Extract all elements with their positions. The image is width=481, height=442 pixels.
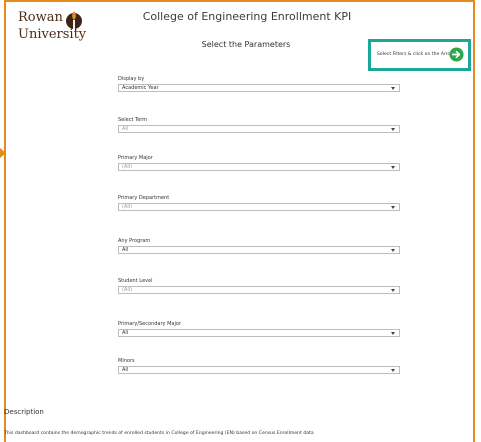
student-level-label: Student Level (118, 278, 153, 284)
arrow-right-icon[interactable] (449, 47, 464, 62)
any-program-select[interactable]: All (118, 246, 400, 254)
rowan-logo: Rowan University (18, 8, 98, 48)
minors-select[interactable]: All (118, 366, 400, 374)
chevron-down-icon (391, 289, 395, 292)
dashboard-frame: Rowan University College of Engineering … (4, 0, 475, 442)
primary-department-label: Primary Department (118, 195, 170, 201)
chevron-down-icon (391, 206, 395, 209)
logo-text-rowan: Rowan (18, 10, 63, 25)
chevron-down-icon (391, 87, 395, 90)
page-title: College of Engineering Enrollment KPI (142, 10, 352, 23)
page-subtitle: Select the Parameters (201, 40, 291, 49)
chevron-down-icon (391, 249, 395, 252)
filter-hint-text: Select Filters & click on the Arrow (377, 52, 455, 57)
select-term-value: All (122, 126, 129, 132)
filter-instructions-box: Select Filters & click on the Arrow (368, 39, 471, 71)
select-term-label: Select Term (118, 117, 148, 123)
display-by-value: Academic Year (122, 85, 159, 91)
primary-secondary-major-label: Primary/Secondary Major (118, 321, 181, 327)
description-heading: Description (4, 408, 44, 416)
any-program-value: All (122, 247, 129, 253)
description-text: This dashboard contains the demographic … (4, 431, 314, 436)
student-level-select[interactable]: (All) (118, 286, 400, 294)
chevron-down-icon (391, 369, 395, 372)
select-term-select[interactable]: All (118, 125, 400, 133)
primary-major-select[interactable]: (All) (118, 163, 400, 171)
logo-text-university: University (18, 27, 87, 42)
minors-label: Minors (118, 358, 135, 364)
display-by-label: Display by (118, 76, 145, 82)
primary-major-value: (All) (122, 164, 133, 170)
primary-secondary-major-value: All (122, 330, 129, 336)
any-program-label: Any Program (118, 238, 151, 244)
primary-secondary-major-select[interactable]: All (118, 329, 400, 337)
primary-department-select[interactable]: (All) (118, 203, 400, 211)
display-by-select[interactable]: Academic Year (118, 84, 400, 92)
primary-major-label: Primary Major (118, 155, 153, 161)
minors-value: All (122, 367, 129, 373)
chevron-down-icon (391, 332, 395, 335)
student-level-value: (All) (122, 287, 133, 293)
chevron-down-icon (391, 166, 395, 169)
primary-department-value: (All) (122, 204, 133, 210)
chevron-down-icon (391, 128, 395, 131)
